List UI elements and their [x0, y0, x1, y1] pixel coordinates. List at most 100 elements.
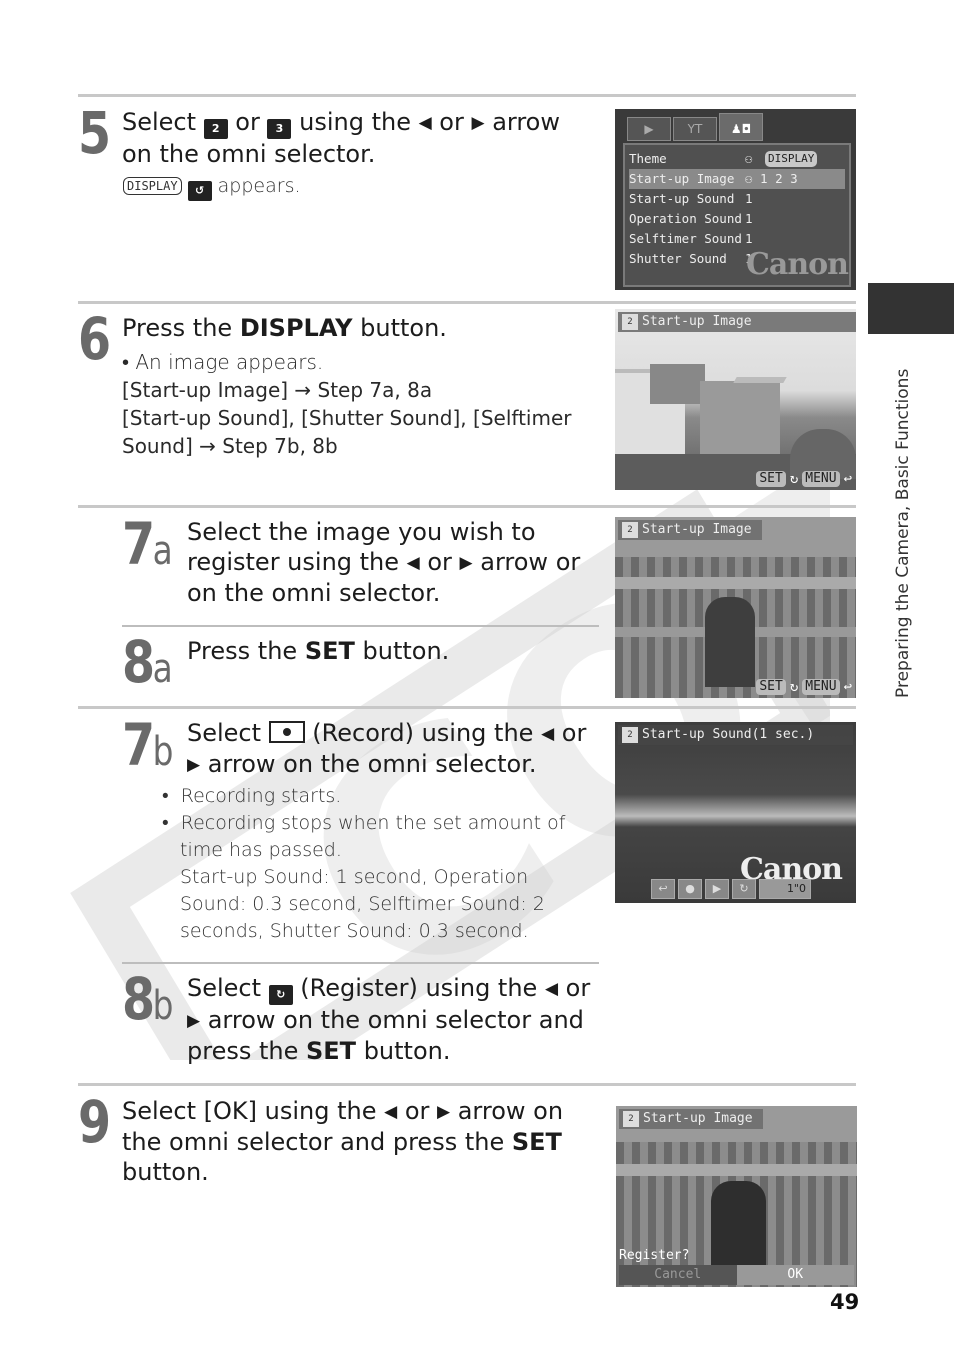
divider	[122, 625, 599, 627]
menu-row-operation-sound: Operation Sound 1	[629, 209, 845, 229]
divider	[78, 505, 856, 508]
text: button.	[122, 1158, 209, 1186]
step-9-title: Select [OK] using the ◀ or ▶ arrow on th…	[122, 1096, 582, 1187]
text: or	[431, 108, 472, 136]
text: Recording stops when the set amount of t…	[180, 812, 566, 861]
text: b	[152, 983, 174, 1029]
camera-menu-screen: ▶ YT ♟◘ Theme ⚇ DISPLAY Start-up Image ⚇ 1 …	[615, 109, 856, 290]
set-button-label: SET	[511, 1128, 562, 1156]
step-7b-title: Select (Record) using the ◀ or ▶ arrow o…	[187, 718, 599, 780]
step-6-title: Press the DISPLAY button.	[122, 313, 447, 343]
text: Recording starts.	[180, 785, 342, 807]
startup-image-icon: 2	[623, 1111, 639, 1127]
text: button.	[356, 1037, 451, 1065]
menu-key: MENU	[802, 679, 840, 695]
text: (Register) using the	[292, 974, 545, 1002]
text: using the	[291, 108, 419, 136]
startup-sound-icon: 2	[622, 727, 638, 743]
divider	[78, 94, 856, 97]
screen-title: Start-up Image	[643, 1111, 753, 1126]
return-icon: ↩	[843, 471, 852, 487]
menu-label: Operation Sound	[629, 211, 742, 226]
text: 8	[122, 628, 155, 696]
text: a	[152, 646, 173, 692]
return-icon: ↩	[651, 879, 675, 899]
screen-title: Start-up Sound(1 sec.)	[642, 727, 815, 742]
text: Select	[187, 974, 269, 1002]
step-number-9: 9	[78, 1088, 111, 1156]
text: Press the	[122, 314, 240, 342]
step-number-8a: 8a	[122, 633, 173, 691]
record-icon	[268, 721, 305, 743]
register-icon: ↻	[732, 879, 756, 899]
step-7b-bullet-1: • Recording starts.	[162, 785, 342, 807]
step-number-7b: 7b	[122, 716, 173, 774]
tab-my-camera: ♟◘	[719, 113, 763, 141]
register-prompt: Register?	[619, 1248, 690, 1263]
menu-row-startup-image: Start-up Image ⚇ 1 2 3	[629, 169, 845, 189]
divider	[78, 1083, 856, 1086]
text: b	[152, 729, 174, 775]
display-button-label: DISPLAY	[239, 314, 353, 342]
play-icon: ▶	[705, 879, 729, 899]
menu-value: ⚇	[745, 151, 753, 166]
menu-label: Selftimer Sound	[629, 231, 742, 246]
return-icon: ↩	[843, 679, 852, 695]
set-button-label: SET	[306, 1037, 357, 1065]
screen-footer: SET ↻ MENU ↩	[756, 679, 852, 695]
right-arrow-icon: ▶	[459, 553, 473, 573]
right-arrow-icon: ▶	[187, 1011, 201, 1031]
text: 7	[122, 510, 155, 578]
text: Press the	[187, 637, 305, 665]
step-number-8b: 8b	[122, 970, 173, 1028]
step-8b-title: Select ↻ (Register) using the ◀ or ▶ arr…	[187, 973, 599, 1066]
menu-tabs: ▶ YT ♟◘	[627, 113, 763, 141]
divider	[78, 301, 856, 304]
text: or	[554, 719, 587, 747]
startup-image-2-icon: 2	[203, 119, 228, 139]
display-key-icon: DISPLAY	[123, 177, 182, 195]
left-arrow-icon: ◀	[541, 724, 555, 744]
text: 7	[122, 711, 155, 779]
menu-value: ⚇ 1 2 3	[745, 171, 798, 186]
register-icon: ↻	[789, 471, 799, 487]
screen-footer: SET ↻ MENU ↩	[756, 471, 852, 487]
set-button-label: SET	[304, 637, 355, 665]
register-buttons: Cancel OK	[619, 1265, 854, 1285]
step-7b-bullet-2: • Recording stops when the set amount of…	[162, 812, 566, 861]
menu-label: Theme	[629, 151, 667, 166]
left-arrow-icon: ◀	[384, 1102, 398, 1122]
menu-row-startup-sound: Start-up Sound 1	[629, 189, 845, 209]
register-icon: ↻	[789, 679, 799, 695]
step-7a-title: Select the image you wish to register us…	[187, 517, 599, 608]
text: or	[227, 108, 268, 136]
startup-image-screen-2: 2 Start-up Image SET ↻ MENU ↩	[615, 517, 856, 698]
sound-controls: ↩ ● ▶ ↻ 1"0	[651, 879, 811, 899]
step-6-line-1: [Start-up Image] → Step 7a, 8a	[122, 378, 433, 402]
step-6-line-2: [Start-up Sound], [Shutter Sound], [Self…	[122, 406, 572, 458]
left-arrow-icon: ◀	[406, 553, 420, 573]
menu-label: Shutter Sound	[629, 251, 727, 266]
menu-label: Start-up Sound	[629, 191, 735, 206]
register-confirm-screen: 2 Start-up Image Register? Cancel OK	[616, 1106, 857, 1287]
screen-title: Start-up Image	[642, 522, 752, 537]
divider	[78, 706, 856, 709]
chapter-title: Preparing the Camera, Basic Functions	[893, 368, 913, 698]
set-key: SET	[756, 679, 786, 695]
step-7b-detail: Start-up Sound: 1 second, Operation Soun…	[180, 866, 545, 942]
text: button.	[352, 314, 447, 342]
canon-logo: Canon	[746, 247, 849, 282]
text: (Record) using the	[304, 719, 542, 747]
left-arrow-icon: ◀	[544, 979, 559, 999]
text: appears.	[211, 175, 301, 197]
step-number-6: 6	[78, 305, 111, 373]
register-icon: ↻	[268, 985, 293, 1005]
left-arrow-icon: ◀	[418, 113, 432, 133]
register-icon: ↺	[187, 181, 212, 201]
startup-image-screen-1: 2 Start-up Image SET ↻ MENU ↩	[615, 309, 856, 490]
record-time: 1"0	[759, 879, 811, 899]
right-arrow-icon: ▶	[471, 113, 485, 133]
display-key-icon: DISPLAY	[765, 151, 818, 167]
text: a	[152, 528, 173, 574]
menu-key: MENU	[802, 471, 840, 487]
